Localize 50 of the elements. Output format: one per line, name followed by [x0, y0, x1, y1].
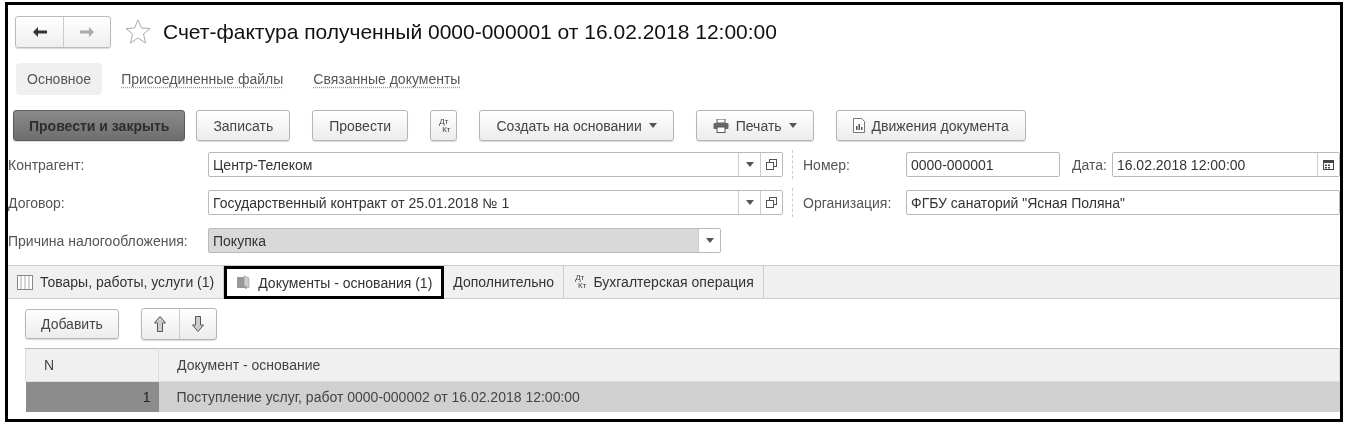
down-arrow-icon — [191, 316, 204, 332]
debit-credit-icon: Дт Кт — [437, 117, 451, 134]
caret-icon — [788, 123, 797, 128]
field-label: Контрагент: — [8, 156, 86, 173]
field-label: Причина налогообложения: — [8, 232, 189, 249]
section-tab[interactable]: Основное — [16, 63, 103, 95]
movements-button[interactable]: Движения документа — [835, 110, 1026, 141]
open-button[interactable] — [760, 153, 782, 176]
favorite-star-icon[interactable] — [125, 19, 151, 44]
create-based-on-button[interactable]: Создать на основании — [479, 110, 674, 141]
input-field[interactable]: ФГБУ санаторий "Ясная Поляна" — [906, 190, 1340, 215]
caret-icon — [745, 200, 754, 205]
field-label: Номер: — [803, 156, 851, 173]
calendar-button[interactable] — [1317, 153, 1339, 176]
toolbar-button[interactable]: Записать — [196, 110, 291, 141]
tab[interactable]: Документы - основания (1) — [224, 266, 445, 299]
open-button[interactable] — [760, 191, 782, 214]
caret-icon — [745, 162, 754, 167]
caret-icon — [648, 123, 657, 128]
column-header: Документ - основание — [158, 348, 1340, 382]
document-icon — [236, 275, 252, 290]
up-arrow-icon — [154, 316, 167, 332]
printer-icon — [712, 118, 729, 133]
select-field[interactable]: Центр-Телеком — [208, 152, 783, 177]
window-title: Счет-фактура полученный 0000-000001 от 16.02.2018 12:00:00 — [163, 19, 777, 44]
report-icon — [852, 118, 865, 133]
open-window-icon — [766, 197, 777, 208]
table-cell: Поступление услуг, работ 0000-000002 от 16.02.2018 12:00:00 — [158, 381, 1340, 412]
select-field[interactable]: Государственный контракт от 25.01.2018 № 1 — [208, 190, 783, 215]
print-button[interactable]: Печать — [695, 110, 814, 141]
toolbar-button[interactable]: Провести — [312, 110, 409, 141]
back-arrow-icon — [32, 26, 47, 37]
input-field[interactable]: 0000-000001 — [906, 152, 1060, 177]
calendar-icon — [1323, 159, 1334, 170]
forward-arrow-icon — [80, 26, 94, 37]
debit-credit-icon: Дт Кт — [573, 274, 587, 290]
column-header: N — [25, 348, 159, 382]
field-label: Договор: — [8, 194, 66, 211]
table-row[interactable]: 1 Поступление услуг, работ 0000-000002 от 16.02.2018 12:00:00 — [25, 381, 1340, 412]
table-cell: 1 — [25, 381, 159, 412]
caret-icon — [705, 238, 714, 243]
field-label: Организация: — [803, 194, 893, 211]
debit-credit-button[interactable]: Дт Кт — [430, 110, 458, 141]
section-link[interactable]: Присоединенные файлы — [110, 63, 295, 95]
date-field[interactable]: 16.02.2018 12:00:00 — [1111, 152, 1340, 177]
section-link[interactable]: Связанные документы — [302, 63, 472, 95]
add-button[interactable]: Добавить — [25, 309, 119, 339]
field-label: Дата: — [1072, 156, 1107, 173]
table-icon — [17, 274, 33, 290]
open-window-icon — [766, 159, 777, 170]
